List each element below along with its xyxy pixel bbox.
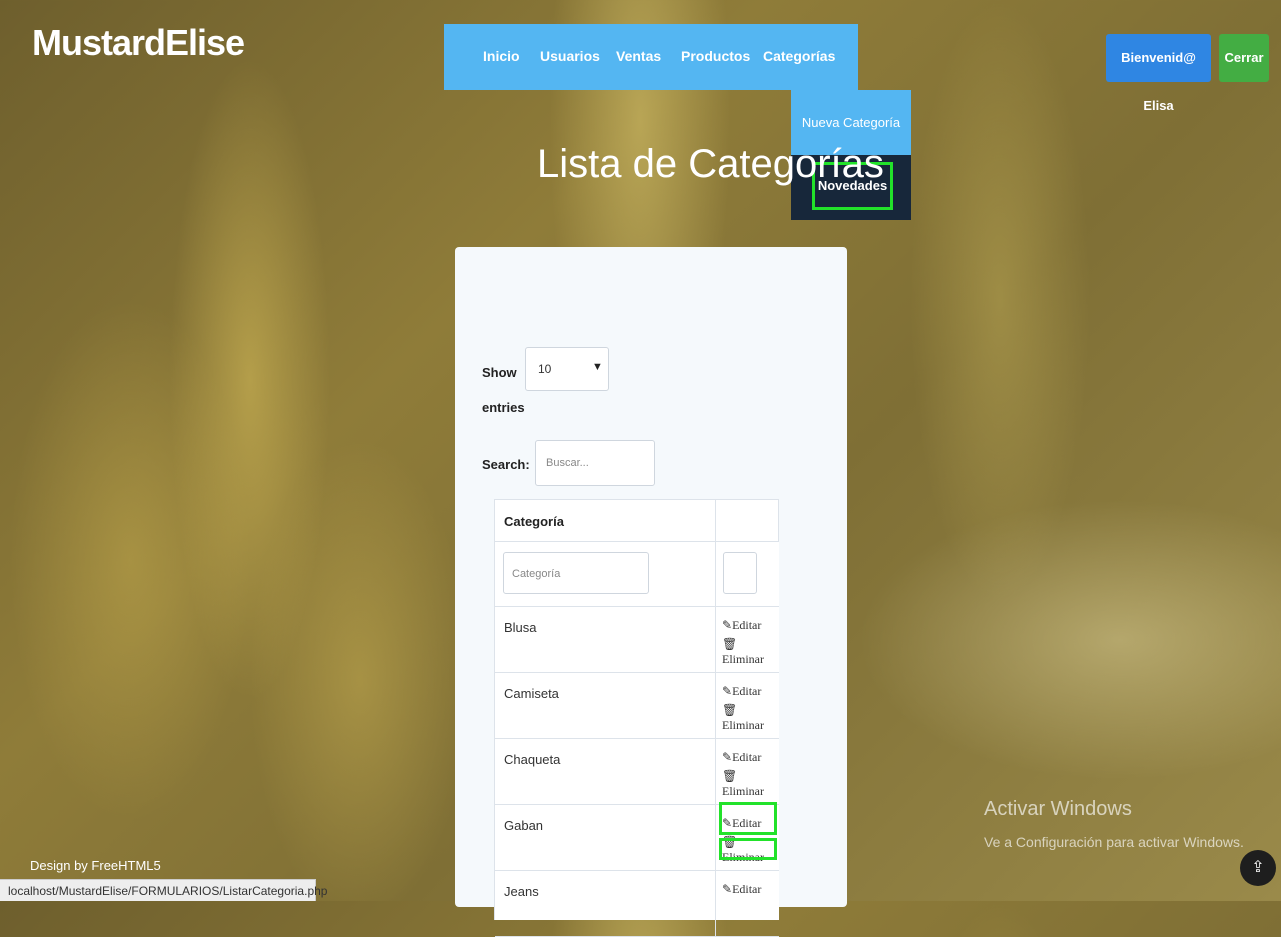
edit-link[interactable]: ✎Editar <box>722 684 761 699</box>
chevron-down-icon: ▼ <box>592 361 603 373</box>
nav-item-ventas[interactable]: Ventas <box>616 48 661 64</box>
column-divider <box>715 542 716 606</box>
edit-label: Editar <box>732 684 762 698</box>
activation-watermark-text: Ve a Configuración para activar Windows. <box>984 834 1244 850</box>
edit-link[interactable]: ✎Editar <box>722 882 761 897</box>
trash-icon: 🗑 <box>722 769 738 783</box>
page-title: Lista de Categorías <box>537 142 884 186</box>
edit-icon: ✎ <box>722 750 733 764</box>
main-nav: Inicio Usuarios Ventas Productos Categor… <box>444 24 858 90</box>
column-divider <box>715 606 716 672</box>
column-divider <box>715 804 716 870</box>
entries-select[interactable]: 10 ▼ <box>525 347 609 391</box>
edit-link[interactable]: ✎Editar <box>722 750 761 765</box>
highlight-delete-box <box>719 838 777 860</box>
table-row: Jeans ✎Editar <box>495 870 779 937</box>
edit-link[interactable]: ✎Editar <box>722 618 761 633</box>
share-icon[interactable]: ⇪ <box>1240 850 1276 886</box>
category-filter-placeholder: Categoría <box>512 568 561 580</box>
edit-icon: ✎ <box>722 684 733 698</box>
welcome-button[interactable]: Bienvenid@ Elisa <box>1106 34 1211 113</box>
status-bar-url: localhost/MustardElise/FORMULARIOS/Lista… <box>0 879 327 901</box>
column-divider <box>715 870 716 936</box>
column-divider <box>715 672 716 738</box>
brand-logo[interactable]: MustardElise <box>32 22 245 64</box>
delete-link[interactable]: 🗑Eliminar <box>722 637 779 667</box>
category-name: Gaban <box>504 818 544 833</box>
delete-label: Eliminar <box>722 784 764 798</box>
category-filter-input[interactable]: Categoría <box>503 552 649 594</box>
activation-watermark-title: Activar Windows <box>984 798 1132 820</box>
trash-icon: 🗑 <box>722 637 738 651</box>
edit-label: Editar <box>732 618 762 632</box>
nav-item-inicio[interactable]: Inicio <box>483 48 520 64</box>
trash-icon: 🗑 <box>722 703 738 717</box>
column-header-categoria[interactable]: Categoría <box>495 500 716 542</box>
delete-link[interactable]: 🗑Eliminar <box>722 769 779 799</box>
search-input[interactable]: Buscar... <box>535 440 655 486</box>
table-row: Camiseta ✎Editar 🗑Eliminar <box>495 672 779 739</box>
edit-icon: ✎ <box>722 618 733 632</box>
highlight-edit-box <box>719 802 777 835</box>
search-label: Search: <box>482 457 530 472</box>
delete-label: Eliminar <box>722 652 764 666</box>
actions-filter-input[interactable] <box>723 552 757 594</box>
column-header-label: Categoría <box>504 514 564 529</box>
nav-item-usuarios[interactable]: Usuarios <box>540 48 600 64</box>
show-label: Show <box>482 365 517 380</box>
edit-label: Editar <box>732 750 762 764</box>
filter-row: Categoría <box>495 542 779 607</box>
delete-link[interactable]: 🗑Eliminar <box>722 703 779 733</box>
table-row: Chaqueta ✎Editar 🗑Eliminar <box>495 738 779 805</box>
column-header-actions <box>716 500 779 542</box>
logout-button[interactable]: Cerrar <box>1219 34 1269 82</box>
category-name: Camiseta <box>504 686 559 701</box>
column-divider <box>715 738 716 804</box>
category-name: Blusa <box>504 620 537 635</box>
footer-credit: Design by FreeHTML5 <box>30 858 161 873</box>
edit-icon: ✎ <box>722 882 733 896</box>
content-card: Show 10 ▼ entries Search: Buscar... Cate… <box>455 247 847 937</box>
nav-item-productos[interactable]: Productos <box>681 48 750 64</box>
nav-item-categorias[interactable]: Categorías <box>763 48 835 64</box>
edit-label: Editar <box>732 882 762 896</box>
category-name: Jeans <box>504 884 539 899</box>
category-name: Chaqueta <box>504 752 561 767</box>
entries-label: entries <box>482 400 525 415</box>
entries-select-value: 10 <box>538 362 552 376</box>
delete-label: Eliminar <box>722 718 764 732</box>
table-row: Blusa ✎Editar 🗑Eliminar <box>495 606 779 673</box>
search-placeholder: Buscar... <box>546 457 589 469</box>
